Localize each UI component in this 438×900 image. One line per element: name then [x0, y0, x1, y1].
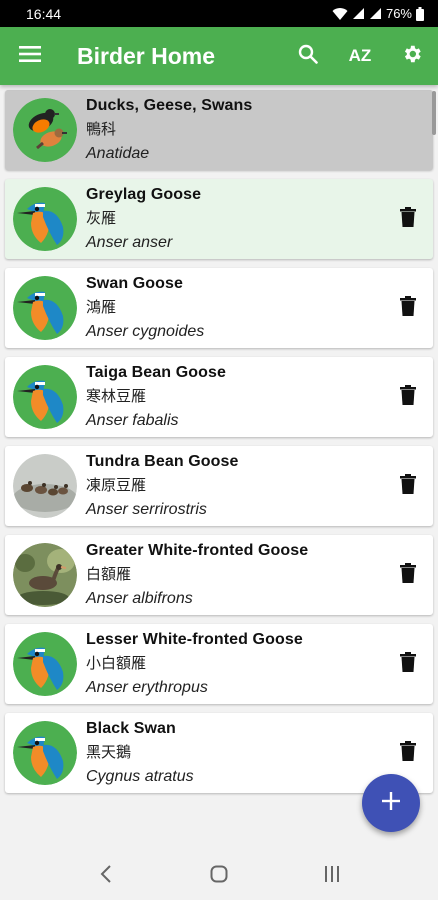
family-header-row[interactable]: Ducks, Geese, Swans 鴨科 Anatidae: [5, 90, 433, 170]
app-title: Birder Home: [77, 42, 216, 69]
geese-photo-avatar: [13, 454, 77, 518]
delete-button[interactable]: [387, 465, 429, 507]
gear-icon: [401, 43, 423, 70]
delete-button[interactable]: [387, 554, 429, 596]
search-button[interactable]: [282, 27, 334, 85]
wifi-icon: [332, 7, 348, 21]
chevron-left-icon: [100, 864, 112, 888]
family-avatar: [13, 98, 77, 162]
kingfisher-avatar-icon: [13, 632, 77, 696]
home-circle-icon: [210, 865, 228, 888]
sort-az-icon: AZ: [348, 46, 372, 65]
nav-home-button[interactable]: [189, 856, 249, 896]
status-time: 16:44: [26, 5, 62, 22]
app-bar: Birder Home AZ: [0, 27, 438, 85]
battery-percent: 76%: [385, 6, 412, 21]
delete-button[interactable]: [387, 287, 429, 329]
kingfisher-avatar-icon: [13, 276, 77, 340]
bird-row[interactable]: Greylag Goose 灰雁 Anser anser: [5, 179, 433, 259]
bird-common-name: Black Swan: [86, 720, 176, 737]
delete-button[interactable]: [387, 732, 429, 774]
bird-common-name: Greater White-fronted Goose: [86, 542, 309, 559]
bird-scientific-name: Cygnus atratus: [86, 768, 194, 785]
bird-scientific-name: Anser anser: [86, 234, 173, 251]
family-common-name: Ducks, Geese, Swans: [86, 97, 253, 114]
add-bird-fab[interactable]: [362, 774, 420, 832]
bird-chinese-name: 白額雁: [86, 566, 132, 583]
recents-icon: [323, 865, 341, 887]
plus-icon: [381, 791, 401, 816]
signal-icon-2: [369, 7, 382, 20]
delete-button[interactable]: [387, 643, 429, 685]
bird-common-name: Lesser White-fronted Goose: [86, 631, 303, 648]
bird-row[interactable]: Lesser White-fronted Goose 小白額雁 Anser er…: [5, 624, 433, 704]
bird-common-name: Taiga Bean Goose: [86, 364, 227, 381]
trash-icon: [400, 651, 416, 677]
bird-chinese-name: 凍原豆雁: [86, 477, 147, 494]
bird-scientific-name: Anser erythropus: [86, 679, 208, 696]
bird-common-name: Tundra Bean Goose: [86, 453, 239, 470]
kingfisher-avatar-icon: [13, 365, 77, 429]
bird-chinese-name: 小白額雁: [86, 655, 147, 672]
trash-icon: [400, 206, 416, 232]
bird-scientific-name: Anser serrirostris: [86, 501, 207, 518]
menu-icon: [19, 45, 41, 67]
bird-common-name: Greylag Goose: [86, 186, 202, 203]
bird-row[interactable]: Swan Goose 鴻雁 Anser cygnoides: [5, 268, 433, 348]
delete-button[interactable]: [387, 376, 429, 418]
sort-button[interactable]: AZ: [334, 27, 386, 85]
delete-button[interactable]: [387, 198, 429, 240]
kingfisher-avatar-icon: [13, 721, 77, 785]
bird-chinese-name: 鴻雁: [86, 299, 117, 316]
list-scrollbar[interactable]: [432, 91, 436, 135]
trash-icon: [400, 562, 416, 588]
trash-icon: [400, 740, 416, 766]
nav-back-button[interactable]: [76, 856, 136, 896]
trash-icon: [400, 295, 416, 321]
bird-scientific-name: Anser fabalis: [86, 412, 179, 429]
family-chinese-name: 鴨科: [86, 121, 117, 138]
trash-icon: [400, 384, 416, 410]
trash-icon: [400, 473, 416, 499]
bird-common-name: Swan Goose: [86, 275, 184, 292]
system-nav-bar: [0, 852, 438, 900]
bird-list[interactable]: Ducks, Geese, Swans 鴨科 Anatidae Greylag …: [0, 85, 438, 797]
menu-button[interactable]: [0, 27, 60, 85]
status-icons: 76%: [332, 6, 424, 21]
signal-icon: [352, 7, 365, 20]
nav-recents-button[interactable]: [302, 856, 362, 896]
bird-chinese-name: 黑天鵝: [86, 744, 132, 761]
bird-row[interactable]: Taiga Bean Goose 寒林豆雁 Anser fabalis: [5, 357, 433, 437]
goose-photo-avatar: [13, 543, 77, 607]
family-scientific-name: Anatidae: [86, 145, 150, 162]
bird-scientific-name: Anser cygnoides: [86, 323, 205, 340]
bird-row[interactable]: Greater White-fronted Goose 白額雁 Anser al…: [5, 535, 433, 615]
kingfisher-avatar-icon: [13, 187, 77, 251]
bird-chinese-name: 寒林豆雁: [86, 388, 147, 405]
battery-icon: [416, 6, 424, 21]
settings-button[interactable]: [386, 27, 438, 85]
status-bar: 16:44 76%: [0, 0, 438, 27]
bird-row[interactable]: Tundra Bean Goose 凍原豆雁 Anser serrirostri…: [5, 446, 433, 526]
bird-chinese-name: 灰雁: [86, 210, 117, 227]
bird-scientific-name: Anser albifrons: [86, 590, 193, 607]
bird-row[interactable]: Black Swan 黑天鵝 Cygnus atratus: [5, 713, 433, 793]
search-icon: [298, 44, 318, 69]
